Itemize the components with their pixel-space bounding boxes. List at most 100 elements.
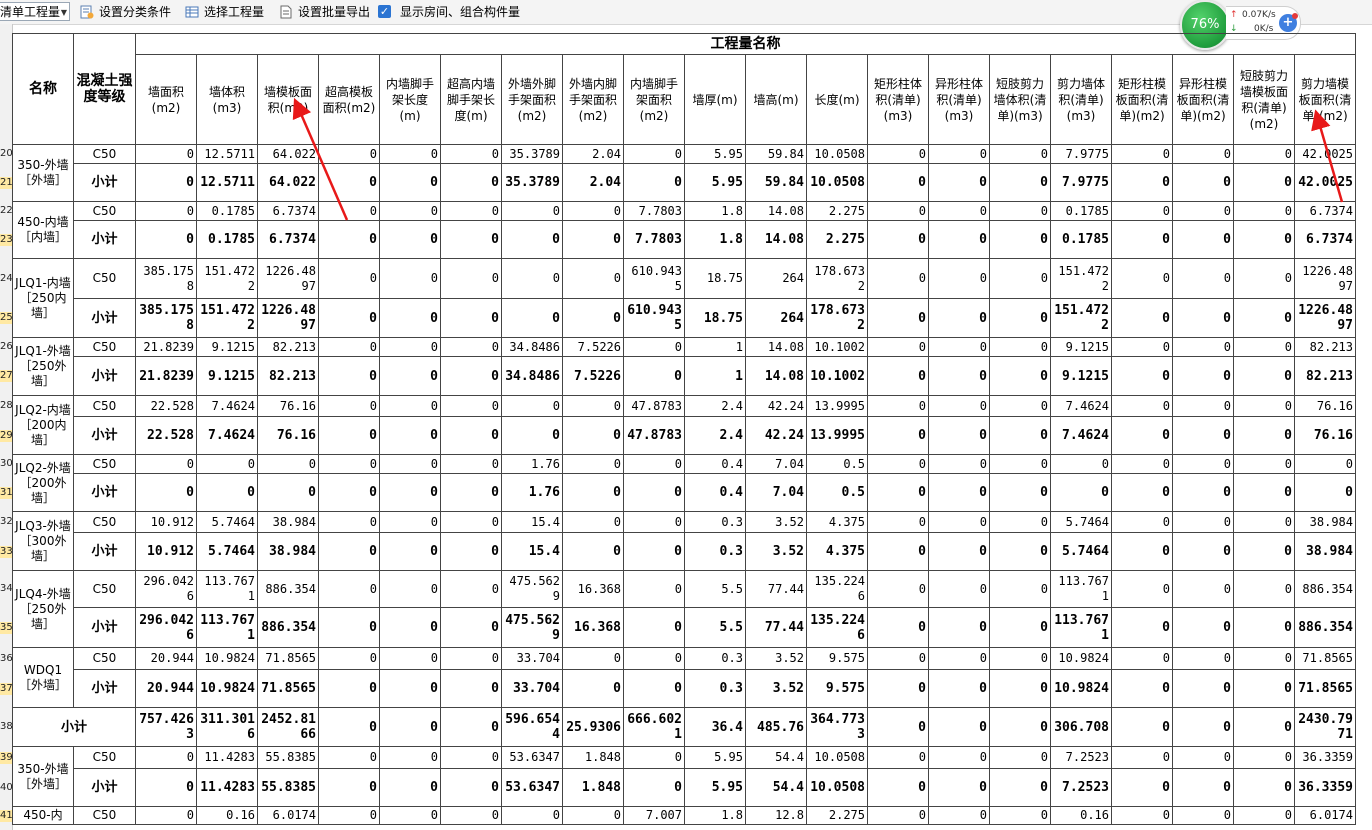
value-cell[interactable]: 54.4 bbox=[745, 746, 807, 769]
value-cell[interactable]: 0 bbox=[135, 201, 197, 221]
grade-cell[interactable]: 小计 bbox=[73, 416, 136, 455]
value-cell[interactable]: 0 bbox=[928, 746, 990, 769]
value-cell[interactable]: 38.984 bbox=[1294, 532, 1356, 571]
value-cell[interactable]: 7.7803 bbox=[623, 201, 685, 221]
value-cell[interactable]: 55.8385 bbox=[257, 768, 319, 807]
value-cell[interactable]: 1.848 bbox=[562, 768, 624, 807]
value-cell[interactable]: 12.5711 bbox=[196, 144, 258, 164]
value-cell[interactable]: 54.4 bbox=[745, 768, 807, 807]
value-cell[interactable]: 0 bbox=[928, 416, 990, 455]
value-cell[interactable]: 0 bbox=[1172, 768, 1234, 807]
component-name-cell[interactable]: JLQ2-内墙［200内墙］ bbox=[12, 395, 74, 455]
value-cell[interactable]: 0 bbox=[440, 337, 502, 357]
value-cell[interactable]: 0.1785 bbox=[1050, 220, 1112, 259]
value-cell[interactable]: 0 bbox=[379, 768, 441, 807]
value-cell[interactable]: 5.5 bbox=[684, 607, 746, 648]
table-row[interactable]: 350-外墙［外墙］ C50 0 12.5711 64.022 0 0 0 35.3789 2.0… bbox=[12, 144, 1356, 202]
value-cell[interactable]: 47.8783 bbox=[623, 416, 685, 455]
value-cell[interactable]: 0 bbox=[1050, 454, 1112, 474]
value-cell[interactable]: 1.76 bbox=[501, 454, 563, 474]
table-row[interactable]: JLQ3-外墙［300外墙］ C50 10.912 5.7464 38.984 0 0 0 15… bbox=[12, 511, 1356, 571]
header-column[interactable]: 外墙外脚手架面积(m2) bbox=[501, 54, 563, 145]
value-cell[interactable]: 0 bbox=[1111, 395, 1173, 417]
value-cell[interactable]: 0 bbox=[1172, 220, 1234, 259]
header-column[interactable]: 矩形柱模板面积(清单)(m2) bbox=[1111, 54, 1173, 145]
table-row[interactable]: 小计 296.0426 113.7671 886.354 0 0 0 475.5629 16.3… bbox=[13, 607, 1356, 648]
row-number[interactable]: 20 bbox=[0, 148, 12, 160]
value-cell[interactable]: 0 bbox=[440, 669, 502, 708]
value-cell[interactable]: 0 bbox=[440, 163, 502, 202]
row-number[interactable]: 32 bbox=[0, 516, 12, 528]
value-cell[interactable]: 385.1758 bbox=[135, 298, 197, 338]
value-cell[interactable]: 0 bbox=[1111, 511, 1173, 533]
header-column[interactable]: 墙厚(m) bbox=[684, 54, 746, 145]
value-cell[interactable]: 5.7464 bbox=[1050, 511, 1112, 533]
value-cell[interactable]: 0 bbox=[928, 298, 990, 338]
grade-cell[interactable]: C50 bbox=[73, 395, 136, 417]
component-name-cell[interactable]: JLQ1-内墙［250内墙］ bbox=[12, 258, 74, 338]
value-cell[interactable]: 0 bbox=[379, 746, 441, 769]
row-number[interactable]: 38 bbox=[0, 721, 12, 733]
value-cell[interactable]: 0 bbox=[318, 144, 380, 164]
value-cell[interactable]: 82.213 bbox=[1294, 337, 1356, 357]
value-cell[interactable]: 0 bbox=[135, 806, 197, 825]
value-cell[interactable]: 0 bbox=[318, 607, 380, 648]
row-number[interactable]: 40 bbox=[0, 782, 12, 794]
value-cell[interactable]: 3.52 bbox=[745, 669, 807, 708]
value-cell[interactable]: 2.4 bbox=[684, 416, 746, 455]
value-cell[interactable]: 3.52 bbox=[745, 532, 807, 571]
value-cell[interactable]: 264 bbox=[745, 258, 807, 299]
value-cell[interactable]: 0 bbox=[867, 570, 929, 608]
value-cell[interactable]: 0 bbox=[562, 647, 624, 670]
value-cell[interactable]: 0 bbox=[1111, 768, 1173, 807]
value-cell[interactable]: 151.4722 bbox=[196, 258, 258, 299]
total-value-cell[interactable]: 0 bbox=[928, 707, 990, 747]
value-cell[interactable]: 0 bbox=[928, 258, 990, 299]
value-cell[interactable]: 1 bbox=[684, 337, 746, 357]
value-cell[interactable]: 0 bbox=[318, 416, 380, 455]
total-value-cell[interactable]: 2430.7971 bbox=[1294, 707, 1356, 747]
value-cell[interactable]: 35.3789 bbox=[501, 144, 563, 164]
value-cell[interactable]: 0.1785 bbox=[1050, 201, 1112, 221]
value-cell[interactable]: 1.8 bbox=[684, 201, 746, 221]
value-cell[interactable]: 0 bbox=[501, 416, 563, 455]
table-row[interactable]: JLQ1-外墙［250外墙］ C50 21.8239 9.1215 82.213 0 0 0 3… bbox=[12, 337, 1356, 396]
value-cell[interactable]: 55.8385 bbox=[257, 746, 319, 769]
value-cell[interactable]: 0 bbox=[989, 298, 1051, 338]
value-cell[interactable]: 0 bbox=[623, 511, 685, 533]
value-cell[interactable]: 0 bbox=[867, 298, 929, 338]
value-cell[interactable]: 0.3 bbox=[684, 647, 746, 670]
value-cell[interactable]: 10.912 bbox=[135, 511, 197, 533]
value-cell[interactable]: 0 bbox=[440, 746, 502, 769]
value-cell[interactable]: 0 bbox=[623, 669, 685, 708]
total-value-cell[interactable]: 0 bbox=[440, 707, 502, 747]
value-cell[interactable]: 0 bbox=[1111, 570, 1173, 608]
value-cell[interactable]: 0 bbox=[562, 532, 624, 571]
total-label-cell[interactable]: 小计 bbox=[12, 707, 136, 747]
value-cell[interactable]: 2.04 bbox=[562, 144, 624, 164]
table-row[interactable]: 小计 20.944 10.9824 71.8565 0 0 0 33.704 0 0 0.3 3.52… bbox=[13, 669, 1356, 708]
value-cell[interactable]: 0 bbox=[379, 473, 441, 512]
value-cell[interactable]: 113.7671 bbox=[196, 607, 258, 648]
value-cell[interactable]: 22.528 bbox=[135, 416, 197, 455]
value-cell[interactable]: 0 bbox=[867, 607, 929, 648]
value-cell[interactable]: 0.4 bbox=[684, 473, 746, 512]
grade-cell[interactable]: C50 bbox=[73, 806, 136, 825]
header-column[interactable]: 异形柱模板面积(清单)(m2) bbox=[1172, 54, 1234, 145]
value-cell[interactable]: 21.8239 bbox=[135, 356, 197, 396]
value-cell[interactable]: 0 bbox=[867, 768, 929, 807]
value-cell[interactable]: 0 bbox=[135, 454, 197, 474]
value-cell[interactable]: 9.1215 bbox=[196, 356, 258, 396]
value-cell[interactable]: 0 bbox=[501, 258, 563, 299]
value-cell[interactable]: 0 bbox=[623, 607, 685, 648]
value-cell[interactable]: 0 bbox=[989, 258, 1051, 299]
table-row[interactable]: JLQ2-外墙［200外墙］ C50 0 0 0 0 0 0 1.76 0 0 0.4 7.04 0.5 0… bbox=[12, 454, 1356, 512]
value-cell[interactable]: 385.1758 bbox=[135, 258, 197, 299]
header-column[interactable]: 墙面积(m2) bbox=[135, 54, 197, 145]
total-row[interactable]: 小计 757.4263 311.3016 2452.8166 0 0 0 596.6544 25… bbox=[12, 707, 1356, 747]
value-cell[interactable]: 0 bbox=[440, 511, 502, 533]
table-row[interactable]: 小计 22.528 7.4624 76.16 0 0 0 0 0 47.8783 2.4 42.24 1… bbox=[13, 416, 1356, 455]
value-cell[interactable]: 0 bbox=[867, 163, 929, 202]
value-cell[interactable]: 0 bbox=[562, 454, 624, 474]
value-cell[interactable]: 0 bbox=[440, 356, 502, 396]
